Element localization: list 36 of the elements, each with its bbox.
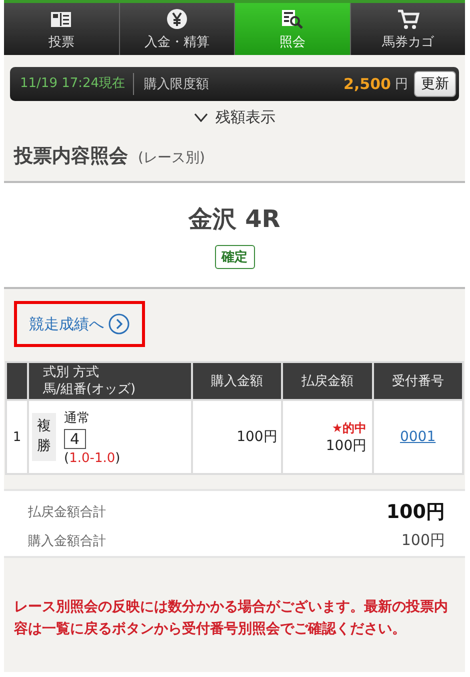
bet-type: 複勝	[32, 413, 56, 461]
purchase-amount: 100円	[192, 400, 282, 474]
column-header: 払戻金額	[282, 362, 373, 400]
odds-text: (1.0-1.0)	[64, 450, 120, 466]
limit-amount: 2,500	[344, 75, 391, 93]
column-header: 式別 方式 馬/組番(オッズ)	[28, 362, 192, 400]
bet-method: 通常	[64, 410, 90, 426]
receipt-link[interactable]: 0001	[400, 429, 436, 445]
limit-label: 購入限度額	[143, 76, 210, 93]
total-label: 購入金額合計	[28, 532, 107, 550]
total-value: 100円	[386, 500, 445, 525]
chevron-icon	[194, 113, 208, 122]
status-badge: 確定	[214, 245, 254, 269]
timestamp-text: 11/19 17:24現在	[10, 73, 134, 95]
total-value: 100円	[400, 531, 445, 550]
column-header: 受付番号	[372, 362, 463, 400]
refresh-button[interactable]: 更新	[414, 71, 456, 97]
column-header: 購入金額	[192, 362, 282, 400]
page-subtitle: (レース別)	[138, 149, 205, 167]
race-name: 金沢 4R	[188, 204, 280, 235]
horse-number: 4	[64, 428, 86, 448]
hit-label: ★的中	[332, 420, 367, 436]
page-title: 投票内容照会	[14, 144, 128, 169]
yen-coin-icon	[164, 8, 189, 30]
nav-tab[interactable]: 投票	[4, 3, 120, 55]
payout-amount: 100円	[326, 436, 367, 454]
total-label: 払戻金額合計	[28, 504, 107, 521]
results-link[interactable]: 競走成績へ	[14, 301, 145, 347]
document-magnifier-icon	[280, 8, 304, 30]
nav-tab[interactable]: 馬券カゴ	[350, 3, 465, 55]
notice-text: レース別照会の反映には数分かかる場合がございます。最新の投票内容は一覧に戻るボタンから受付番号別照会でご確認ください。	[13, 598, 449, 639]
row-number: 1	[6, 400, 28, 474]
balance-toggle[interactable]: 残額表示	[4, 106, 465, 129]
currency-unit: 円	[395, 76, 408, 93]
cart-icon	[396, 8, 420, 30]
header-cell	[6, 362, 28, 400]
